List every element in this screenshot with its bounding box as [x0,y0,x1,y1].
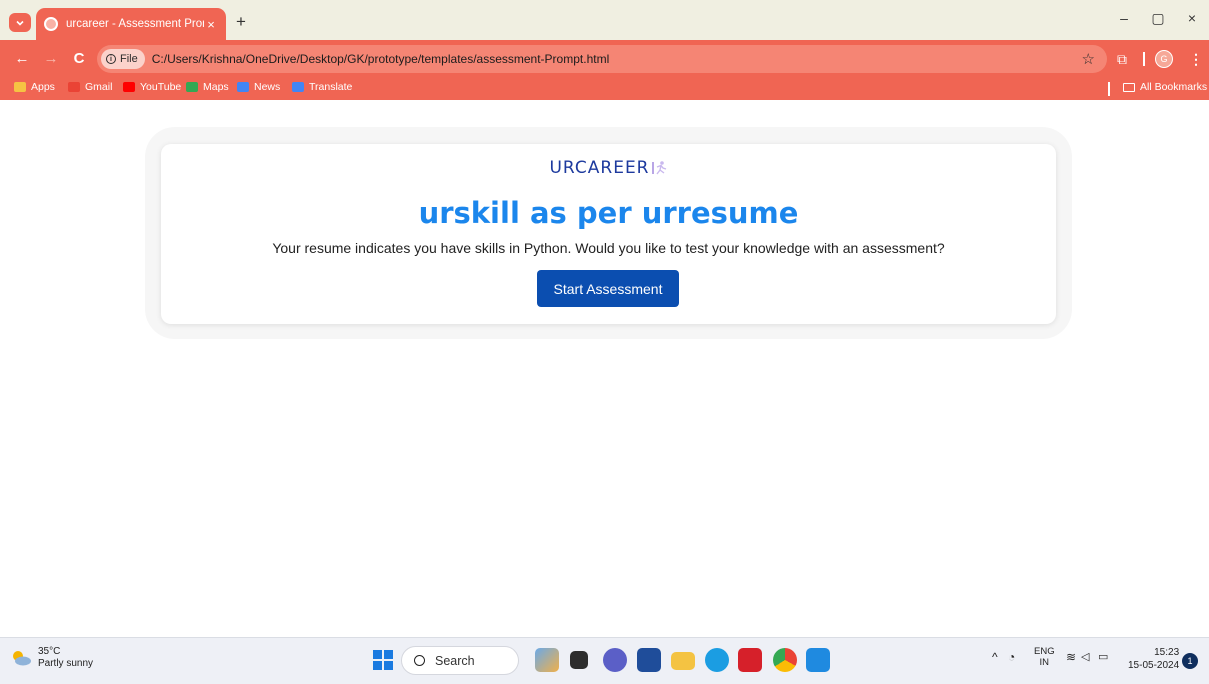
tray-chevron-icon[interactable]: ^ [992,650,998,664]
chevron-down-icon [16,20,24,26]
file-explorer-icon[interactable] [671,652,695,670]
system-clock[interactable]: 15:23 15-05-2024 [1128,646,1179,672]
weather-condition: Partly sunny [38,658,94,669]
bookmark-star-icon[interactable]: ☆ [1082,50,1095,68]
edge-browser-icon[interactable] [705,648,729,672]
bookmark-translate[interactable]: Translate [292,81,352,93]
bookmark-apps[interactable]: Apps [14,81,55,93]
language-indicator[interactable]: ENG IN [1034,646,1055,668]
clock-date: 15-05-2024 [1128,660,1180,671]
toolbar-divider [1143,52,1145,66]
browser-toolbar: ← → C i File C:/Users/Krishna/OneDrive/D… [0,40,1209,78]
bookmarks-divider [1108,82,1110,96]
taskbar-search[interactable]: Search [401,646,519,675]
bookmark-label: News [254,81,281,93]
logo-text: URCAREER [549,158,650,178]
urcareer-logo: URCAREER [161,158,1056,178]
page-content: URCAREER urskill as per urresume Your re… [0,100,1209,637]
forward-button[interactable]: → [42,50,60,67]
bookmark-youtube[interactable]: YouTube [123,81,181,93]
taskbar-search-label: Search [435,653,475,668]
windows-start-icon[interactable] [373,650,393,670]
info-icon: i [106,54,116,64]
youtube-icon [123,82,135,92]
globe-icon [44,17,58,31]
profile-avatar[interactable]: G [1155,50,1173,68]
windows-taskbar: 35°C Partly sunny Search ^ ◔ ENG IN ≋ ◁ … [0,637,1209,684]
site-info-chip[interactable]: i File [101,49,145,69]
restore-button[interactable]: ▢ [1148,10,1168,27]
translate-icon [292,82,304,92]
bookmark-maps[interactable]: Maps [186,81,229,93]
start-assessment-button[interactable]: Start Assessment [537,270,679,307]
chrome-icon[interactable] [773,648,797,672]
clock-time: 15:23 [1154,647,1180,658]
reload-button[interactable]: C [70,50,88,67]
tab-title: urcareer - Assessment Prompt [66,18,204,30]
maps-icon [186,82,198,92]
region-code: IN [1039,657,1050,668]
apps-grid-icon [14,82,26,92]
bookmark-label: Apps [31,81,55,93]
notification-badge[interactable]: 1 [1182,653,1198,669]
search-icon [414,655,425,666]
bookmark-label: Gmail [85,81,113,93]
news-icon [237,82,249,92]
mcafee-icon[interactable] [738,648,762,672]
weather-widget[interactable]: 35°C Partly sunny [10,646,93,670]
language-code: ENG [1034,646,1055,657]
address-bar[interactable]: i File C:/Users/Krishna/OneDrive/Desktop… [97,45,1107,73]
back-button[interactable]: ← [13,50,31,67]
folder-icon [1123,82,1135,92]
menu-icon[interactable]: ⋮ [1189,51,1203,68]
minimize-button[interactable]: – [1114,10,1134,26]
tab-search-button[interactable] [9,13,31,32]
url-text: C:/Users/Krishna/OneDrive/Desktop/GK/pro… [151,52,610,66]
bookmarks-bar: All Bookmarks Apps Gmail YouTube Maps News Tr… [0,78,1209,100]
bookmark-label: Translate [309,81,353,93]
assessment-prompt-text: Your resume indicates you have skills in… [272,240,945,256]
extensions-icon[interactable]: ⧉ [1117,51,1127,68]
window-close-button[interactable]: × [1182,10,1202,26]
volume-icon[interactable]: ◁ [1081,650,1089,663]
bookmark-label: YouTube [140,81,182,93]
network-activity-icon[interactable]: ◔ [1008,650,1015,664]
bookmark-gmail[interactable]: Gmail [68,81,112,93]
vscode-icon[interactable] [806,648,830,672]
widgets-app-icon[interactable] [535,648,559,672]
all-bookmarks-button[interactable]: All Bookmarks [1123,81,1207,93]
store-app-icon[interactable] [637,648,661,672]
chat-app-icon[interactable] [603,648,627,672]
file-chip-label: File [120,53,138,65]
weather-temp: 35°C [38,646,61,657]
all-bookmarks-label: All Bookmarks [1140,81,1208,93]
active-tab[interactable]: urcareer - Assessment Prompt × [36,8,226,40]
page-title: urskill as per urresume [418,196,799,230]
battery-icon[interactable]: ▭ [1098,650,1108,663]
new-tab-button[interactable]: + [233,12,249,32]
bookmark-news[interactable]: News [237,81,280,93]
runner-icon [651,161,666,175]
assessment-prompt-card: URCAREER urskill as per urresume Your re… [161,144,1056,324]
bookmark-label: Maps [203,81,229,93]
tab-close-button[interactable]: × [204,17,218,32]
gmail-icon [68,82,80,92]
task-view-icon[interactable] [570,651,588,669]
browser-tab-strip: urcareer - Assessment Prompt × + – ▢ × [0,0,1209,40]
partly-sunny-icon [13,651,31,666]
wifi-icon[interactable]: ≋ [1066,650,1076,664]
